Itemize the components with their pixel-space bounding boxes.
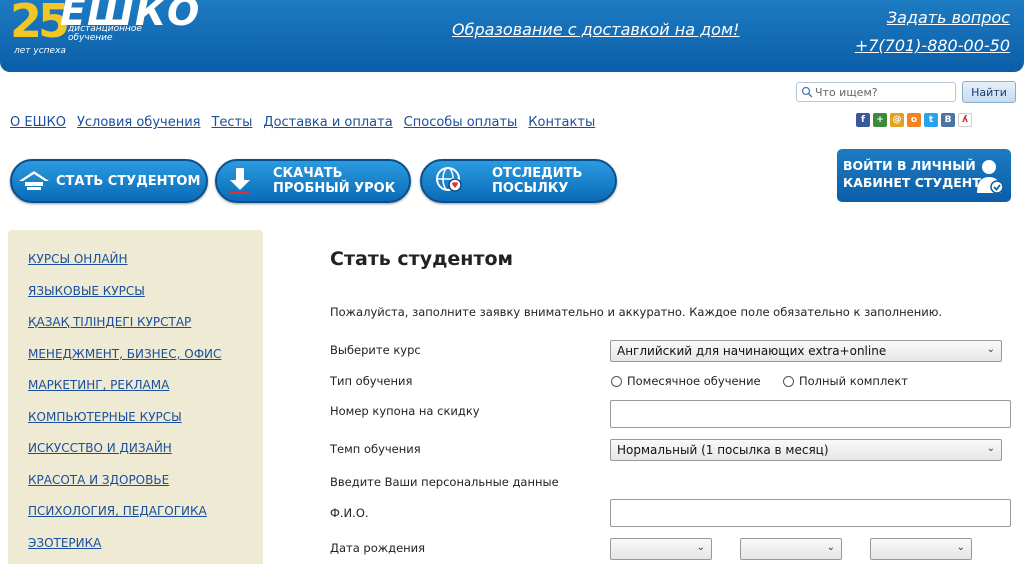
odnoklassniki-icon[interactable]: o [907, 113, 921, 127]
pace-select[interactable]: Нормальный (1 посылка в месяц) ⌄ [610, 439, 1002, 461]
pace-selected: Нормальный (1 посылка в месяц) [617, 443, 829, 457]
birth-day-select[interactable]: ⌄ [610, 538, 712, 560]
site-header: 25 ЕШКО дистанционное обучение лет успех… [0, 0, 1024, 72]
logo-number[interactable]: 25 [10, 0, 70, 48]
radio-monthly-label: Помесячное обучение [627, 374, 761, 388]
birth-month-select[interactable]: ⌄ [740, 538, 842, 560]
radio-monthly[interactable]: Помесячное обучение [611, 374, 761, 388]
coupon-input[interactable] [610, 400, 1011, 428]
chevron-down-icon: ⌄ [986, 443, 995, 454]
radio-full-label: Полный комплект [799, 374, 909, 388]
search-button[interactable]: Найти [962, 81, 1016, 103]
chevron-down-icon: ⌄ [696, 542, 705, 553]
cabinet-line1: ВОЙТИ В ЛИЧНЫЙ [843, 158, 976, 173]
chevron-down-icon: ⌄ [826, 542, 835, 553]
course-sidebar: КУРСЫ ОНЛАЙН ЯЗЫКОВЫЕ КУРСЫ ҚАЗАҚ ТІЛІНД… [8, 230, 263, 564]
facebook-icon[interactable]: f [856, 113, 870, 127]
ask-question-link[interactable]: Задать вопрос [887, 8, 1010, 27]
slogan-link[interactable]: Образование с доставкой на дом! [452, 20, 739, 39]
user-icon [977, 160, 1004, 194]
main-nav: О ЕШКО Условия обучения Тесты Доставка и… [10, 115, 595, 130]
birth-year-select[interactable]: ⌄ [870, 538, 972, 560]
logo-years: лет успеха [14, 46, 66, 56]
sidebar-item-online[interactable]: КУРСЫ ОНЛАЙН [28, 252, 263, 284]
course-select[interactable]: Английский для начинающих extra+online ⌄ [610, 340, 1002, 362]
student-cabinet-button[interactable]: ВОЙТИ В ЛИЧНЫЙ КАБИНЕТ СТУДЕНТА [837, 149, 1011, 202]
house-icon [12, 161, 56, 201]
phone-link[interactable]: +7(701)-880-00-50 [855, 36, 1010, 55]
track-line2: ПОСЫЛКУ [492, 181, 569, 196]
search-icon [801, 86, 813, 98]
search-placeholder: Что ищем? [815, 85, 878, 99]
sidebar-item-beauty[interactable]: КРАСОТА И ЗДОРОВЬЕ [28, 473, 263, 505]
course-selected: Английский для начинающих extra+online [617, 344, 887, 358]
sidebar-item-art[interactable]: ИСКУССТВО И ДИЗАЙН [28, 441, 263, 473]
track-parcel-button[interactable]: ОТСЛЕДИТЬ ПОСЫЛКУ [420, 159, 617, 203]
cabinet-line2: КАБИНЕТ СТУДЕНТА [843, 175, 991, 190]
nav-conditions[interactable]: Условия обучения [77, 115, 201, 130]
nav-tests[interactable]: Тесты [211, 115, 252, 130]
personal-data-label: Введите Ваши персональные данные [330, 475, 559, 489]
run-icon[interactable]: ʎ [958, 113, 972, 127]
birth-label: Дата рождения [330, 541, 426, 555]
nav-contacts[interactable]: Контакты [528, 115, 595, 130]
download-icon [217, 161, 263, 201]
name-label: Ф.И.О. [330, 506, 369, 520]
social-icons: f + @ o t B ʎ [856, 113, 972, 127]
sidebar-item-esoteric[interactable]: ЭЗОТЕРИКА [28, 536, 263, 564]
page-title: Стать студентом [330, 248, 514, 270]
sidebar-item-languages[interactable]: ЯЗЫКОВЫЕ КУРСЫ [28, 284, 263, 316]
sidebar-item-computer[interactable]: КОМПЬЮТЕРНЫЕ КУРСЫ [28, 410, 263, 442]
plus-icon[interactable]: + [873, 113, 887, 127]
sidebar-item-kazakh[interactable]: ҚАЗАҚ ТІЛІНДЕГІ КУРСТАР [28, 315, 263, 347]
course-label: Выберите курс [330, 343, 421, 357]
track-line1: ОТСЛЕДИТЬ [492, 166, 583, 181]
become-student-button[interactable]: СТАТЬ СТУДЕНТОМ [10, 159, 208, 203]
form-intro: Пожалуйста, заполните заявку внимательно… [330, 305, 943, 319]
chevron-down-icon: ⌄ [956, 542, 965, 553]
name-input[interactable] [610, 499, 1011, 527]
twitter-icon[interactable]: t [924, 113, 938, 127]
nav-about[interactable]: О ЕШКО [10, 115, 66, 130]
pace-label: Темп обучения [330, 442, 421, 456]
nav-delivery[interactable]: Доставка и оплата [263, 115, 392, 130]
type-label: Тип обучения [330, 374, 413, 388]
download-line2: ПРОБНЫЙ УРОК [273, 181, 396, 196]
chevron-down-icon: ⌄ [986, 344, 995, 355]
radio-monthly-circle [611, 375, 622, 387]
radio-full-circle [783, 375, 794, 387]
download-line1: СКАЧАТЬ [273, 166, 343, 181]
logo-subtitle-2: обучение [68, 33, 113, 43]
sidebar-item-management[interactable]: МЕНЕДЖМЕНТ, БИЗНЕС, ОФИС [28, 347, 263, 379]
download-lesson-button[interactable]: СКАЧАТЬ ПРОБНЫЙ УРОК [215, 159, 411, 203]
vk-icon[interactable]: B [941, 113, 955, 127]
become-student-label: СТАТЬ СТУДЕНТОМ [56, 173, 201, 189]
coupon-label: Номер купона на скидку [330, 404, 480, 418]
search-input[interactable]: Что ищем? [796, 82, 956, 102]
sidebar-item-psychology[interactable]: ПСИХОЛОГИЯ, ПЕДАГОГИКА [28, 504, 263, 536]
nav-payment-methods[interactable]: Способы оплаты [404, 115, 518, 130]
radio-full-set[interactable]: Полный комплект [783, 374, 908, 388]
sidebar-item-marketing[interactable]: МАРКЕТИНГ, РЕКЛАМА [28, 378, 263, 410]
globe-icon [422, 161, 478, 201]
mail-icon[interactable]: @ [890, 113, 904, 127]
